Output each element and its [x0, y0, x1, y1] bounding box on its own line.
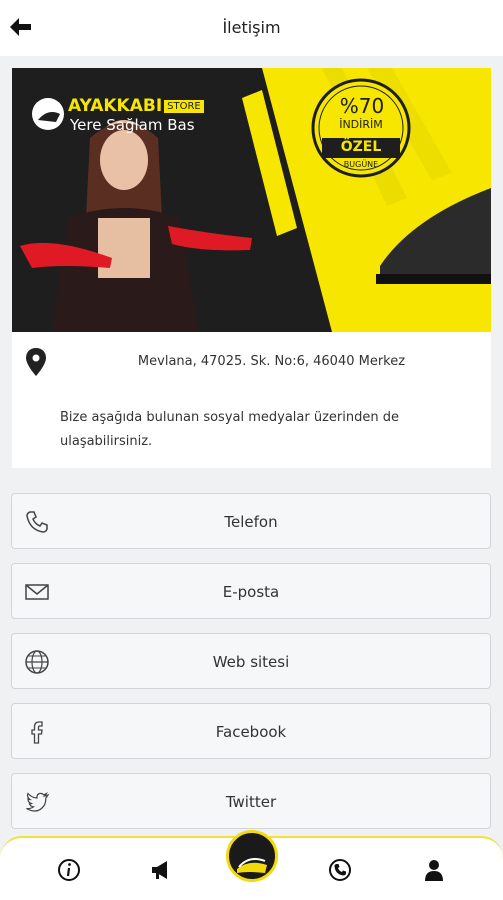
website-button[interactable]: Web sitesi [11, 633, 491, 689]
home-logo-button[interactable] [226, 830, 278, 882]
store-tag: STORE [164, 100, 204, 113]
slogan: Yere Sağlam Bas [70, 116, 195, 134]
website-label: Web sitesi [212, 653, 290, 671]
twitter-button[interactable]: Twitter [11, 773, 491, 829]
info-icon[interactable] [55, 856, 83, 884]
phone-circle-icon[interactable] [326, 856, 354, 884]
facebook-button[interactable]: Facebook [11, 703, 491, 759]
page-title: İletişim [222, 18, 281, 37]
contact-card: Mevlana, 47025. Sk. No:6, 46040 Merkez B… [12, 332, 491, 468]
twitter-label: Twitter [225, 793, 277, 811]
home-logo-icon [237, 858, 267, 873]
app-header: İletişim [0, 0, 503, 56]
email-label: E-posta [222, 583, 280, 601]
phone-button[interactable]: Telefon [11, 493, 491, 549]
brand-name: AYAKKABI STORE [68, 96, 204, 116]
megaphone-icon[interactable] [148, 856, 176, 884]
email-button[interactable]: E-posta [11, 563, 491, 619]
person-icon[interactable] [420, 856, 448, 884]
address-text: Mevlana, 47025. Sk. No:6, 46040 Merkez [137, 354, 406, 369]
phone-label: Telefon [224, 513, 278, 531]
facebook-label: Facebook [215, 723, 287, 741]
badge-percent: %70 [339, 94, 385, 118]
info-note: Bize aşağıda bulunan sosyal medyalar üze… [60, 410, 399, 449]
location-pin-icon [26, 348, 46, 376]
promo-banner: AYAKKABI STORE Yere Sağlam Bas %70 İNDİRİ… [12, 68, 491, 332]
badge-discount: İNDİRİM [339, 118, 383, 131]
badge-sub: BUGÜNE [343, 160, 379, 169]
bottom-tab-bar [0, 830, 503, 900]
badge-special: ÖZEL [340, 139, 382, 155]
